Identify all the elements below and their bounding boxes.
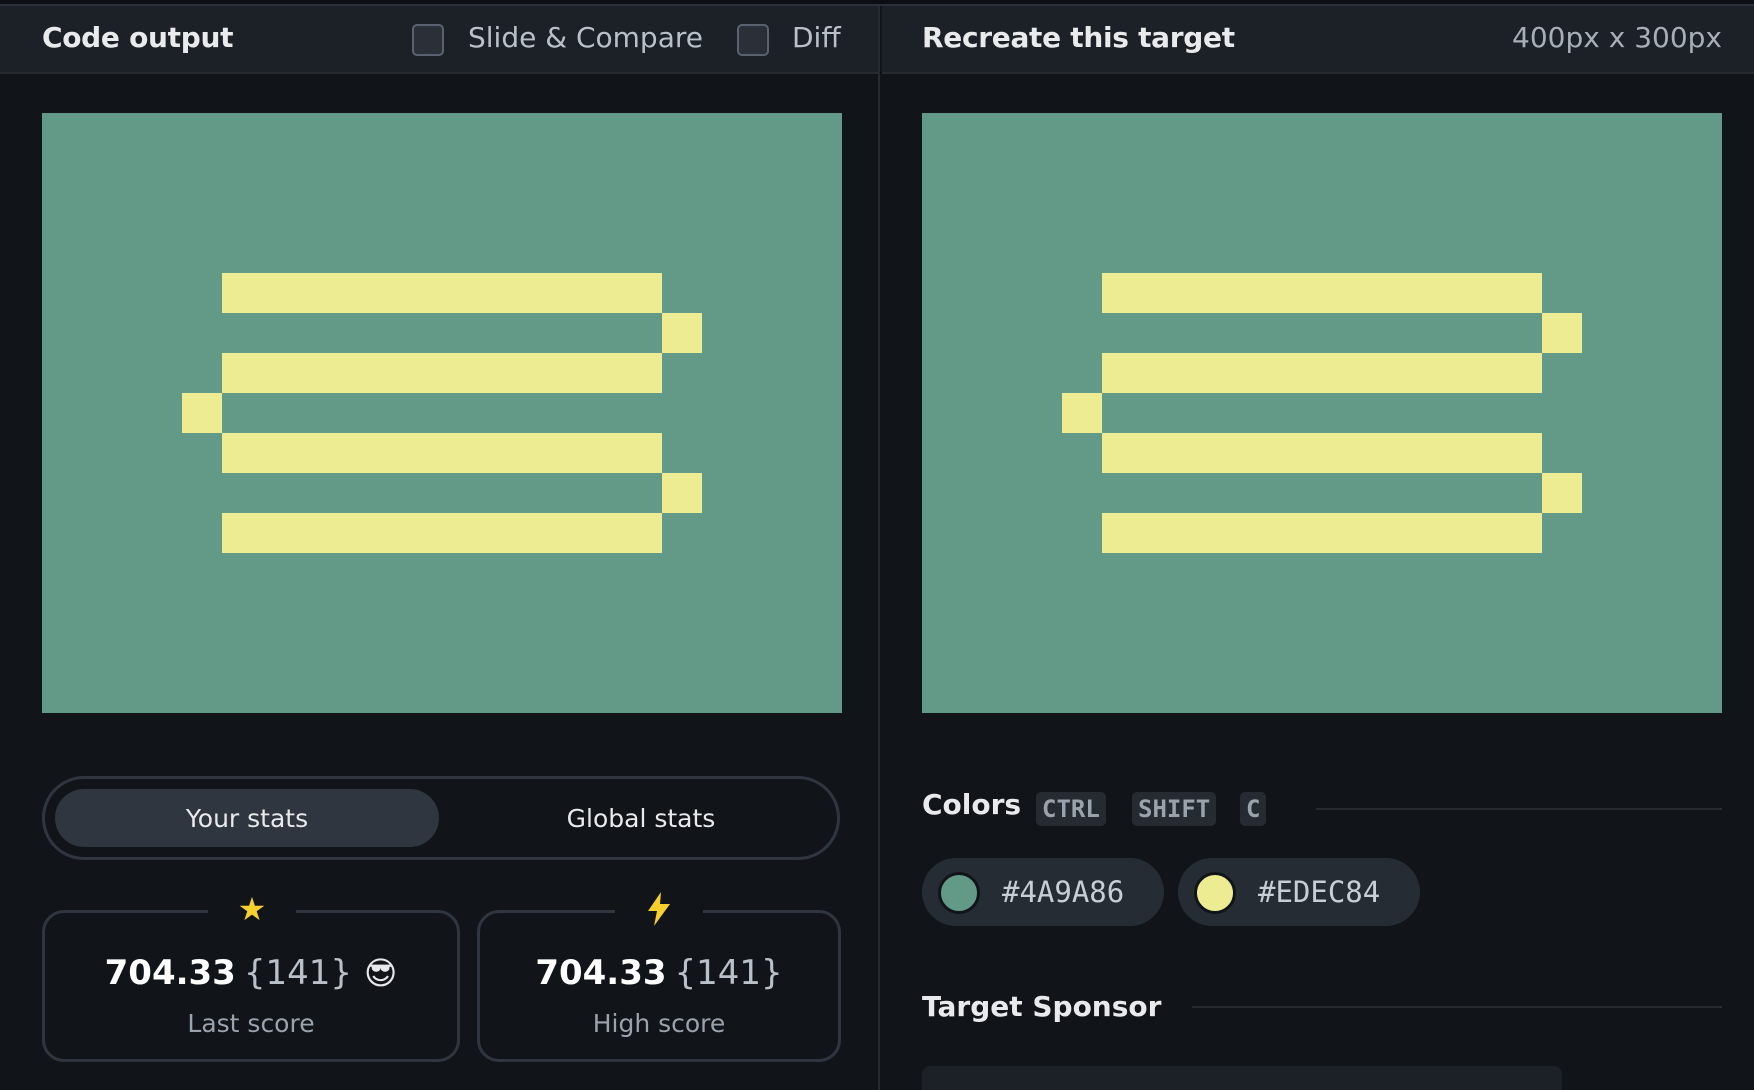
target-bar-2 [1102,353,1542,393]
app-root: Code output Slide & Compare Diff Your st… [0,0,1754,1090]
code-output-header: Code output Slide & Compare Diff [0,6,878,74]
target-block-right-1 [1542,313,1582,353]
color-swatch-teal[interactable]: #4A9A86 [922,858,1164,926]
kbd-ctrl: CTRL [1036,792,1106,826]
kbd-shift: SHIFT [1132,792,1217,826]
slide-compare-label[interactable]: Slide & Compare [468,21,703,54]
target-title: Recreate this target [922,21,1235,54]
target-bar-4 [1102,513,1542,553]
colors-title: Colors [922,788,1022,821]
output-block-right-1 [662,313,702,353]
sponsor-card[interactable] [922,1066,1562,1090]
color-swatch-yellow[interactable]: #EDEC84 [1178,858,1420,926]
target-header: Recreate this target 400px x 300px [882,6,1754,74]
output-bar-2 [222,353,662,393]
target-bar-1 [1102,273,1542,313]
sunglasses-emoji-icon: 😎 [364,954,398,992]
high-score-card: 704.33 {141} High score [477,889,841,1062]
output-block-right-2 [662,473,702,513]
stats-toggle: Your stats Global stats [42,776,840,860]
target-dimensions: 400px x 300px [1512,21,1722,54]
last-score-value-row: 704.33 {141} 😎 [45,953,457,993]
last-score-value: 704.33 [104,953,236,993]
star-icon: ★ [208,889,296,929]
sponsor-divider [1192,1006,1722,1008]
diff-label[interactable]: Diff [792,21,841,54]
swatch-hex: #EDEC84 [1258,875,1381,909]
output-bar-3 [222,433,662,473]
global-stats-tab[interactable]: Global stats [449,789,833,847]
high-score-count: {141} [674,953,783,993]
lightning-icon [615,889,703,929]
output-bar-1 [222,273,662,313]
code-output-panel: Code output Slide & Compare Diff Your st… [0,6,880,1090]
target-sponsor-title: Target Sponsor [922,990,1162,1023]
high-score-value-row: 704.33 {141} [480,953,838,993]
target-block-right-2 [1542,473,1582,513]
target-bar-3 [1102,433,1542,473]
output-block-left [182,393,222,433]
code-output-title: Code output [42,21,234,54]
last-score-count: {141} [243,953,352,993]
diff-checkbox[interactable] [737,24,769,56]
last-score-label: Last score [187,1009,315,1038]
target-panel: Recreate this target 400px x 300px Color… [882,6,1754,1090]
colors-divider [1316,808,1722,810]
high-score-label: High score [592,1009,726,1038]
high-score-value: 704.33 [535,953,667,993]
swatch-dot [938,872,980,914]
code-output-canvas[interactable] [42,113,842,713]
target-canvas [922,113,1722,713]
swatch-dot [1194,872,1236,914]
kbd-c: C [1240,792,1267,826]
your-stats-tab[interactable]: Your stats [55,789,439,847]
target-block-left [1062,393,1102,433]
slide-compare-checkbox[interactable] [412,24,444,56]
swatch-hex: #4A9A86 [1002,875,1125,909]
output-bar-4 [222,513,662,553]
last-score-card: ★ 704.33 {141} 😎 Last score [42,889,460,1062]
